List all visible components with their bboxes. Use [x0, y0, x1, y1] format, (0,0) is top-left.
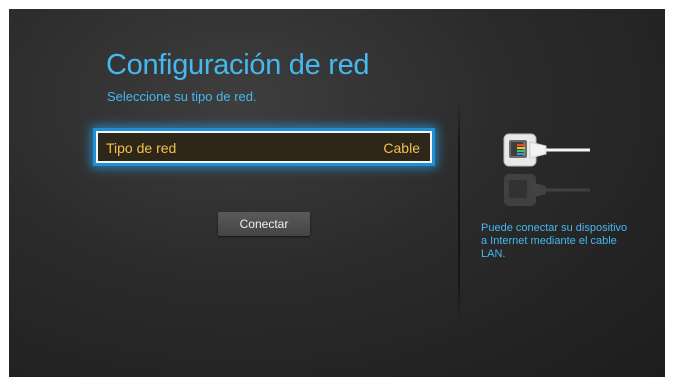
network-type-value: Cable [383, 140, 420, 156]
page-title: Configuración de red [106, 49, 370, 81]
page-subtitle: Seleccione su tipo de red. [107, 89, 257, 104]
network-type-selector[interactable]: Tipo de red Cable [96, 131, 432, 163]
connect-button[interactable]: Conectar [218, 212, 310, 236]
network-settings-screen: Configuración de red Seleccione su tipo … [9, 9, 665, 377]
panel-divider [458, 101, 460, 321]
help-text: Puede conectar su dispositivo a Internet… [481, 222, 628, 260]
network-type-label: Tipo de red [106, 140, 177, 156]
lan-cable-icon [503, 133, 590, 206]
